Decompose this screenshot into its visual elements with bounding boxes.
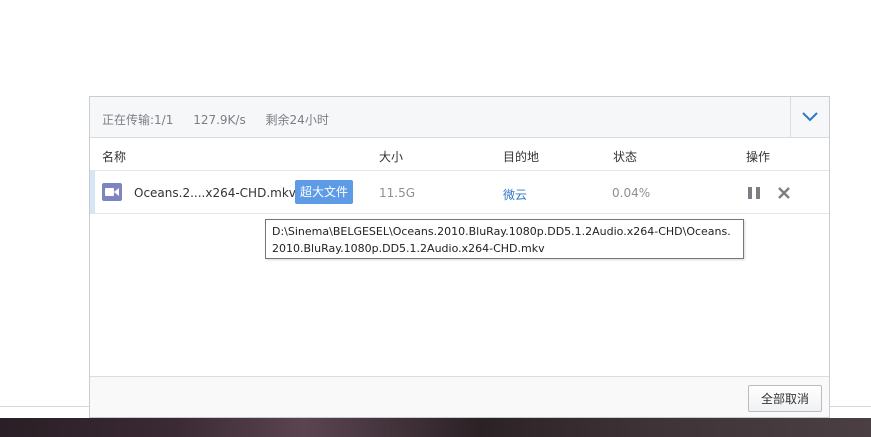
taskbar — [0, 418, 871, 437]
cancel-all-button[interactable]: 全部取消 — [748, 385, 822, 412]
column-name: 名称 — [102, 150, 127, 164]
transfer-row[interactable]: Oceans.2....x264-CHD.mkv 超大文件 11.5G 微云 0… — [90, 171, 829, 214]
transfer-remaining: 剩余24小时 — [265, 113, 329, 127]
transfer-panel: 正在传输:1/1 127.9K/s 剩余24小时 名称 大小 目的地 状态 操作 — [89, 96, 830, 418]
video-file-icon — [102, 183, 122, 201]
progress-status: 0.04% — [612, 186, 651, 200]
transfer-summary: 正在传输:1/1 127.9K/s 剩余24小时 — [102, 111, 345, 128]
column-actions: 操作 — [746, 150, 771, 164]
row-indicator — [90, 171, 95, 213]
column-size: 大小 — [379, 150, 404, 164]
column-header: 名称 大小 目的地 状态 操作 — [90, 138, 829, 171]
remove-button[interactable] — [776, 185, 792, 201]
file-name[interactable]: Oceans.2....x264-CHD.mkv — [134, 186, 296, 200]
chevron-down-icon — [802, 112, 818, 122]
transfer-count: 正在传输:1/1 — [102, 113, 174, 127]
pause-icon — [748, 187, 760, 199]
collapse-button[interactable] — [790, 97, 829, 137]
column-destination: 目的地 — [503, 150, 540, 164]
pause-button[interactable] — [746, 185, 762, 201]
large-file-badge: 超大文件 — [295, 180, 354, 204]
destination-link[interactable]: 微云 — [503, 186, 527, 203]
file-size: 11.5G — [379, 186, 416, 200]
transfer-speed: 127.9K/s — [193, 113, 246, 127]
panel-footer: 全部取消 — [90, 376, 829, 417]
page: 正在传输:1/1 127.9K/s 剩余24小时 名称 大小 目的地 状态 操作 — [0, 0, 871, 437]
column-status: 状态 — [613, 150, 638, 164]
transfer-header: 正在传输:1/1 127.9K/s 剩余24小时 — [90, 97, 829, 138]
file-path-tooltip: D:\Sinema\BELGESEL\Oceans.2010.BluRay.10… — [265, 219, 744, 259]
close-icon — [778, 187, 790, 199]
